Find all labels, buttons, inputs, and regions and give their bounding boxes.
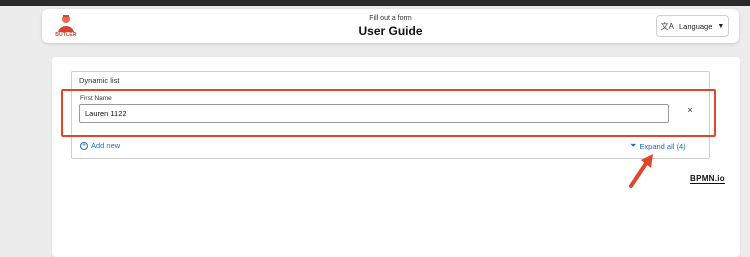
translate-icon: 文A <box>660 21 675 31</box>
chevron-down-icon: ▼ <box>717 22 725 30</box>
annotation-arrow-icon <box>629 154 653 188</box>
first-name-field[interactable] <box>79 104 669 123</box>
remove-item-button[interactable]: × <box>684 103 696 117</box>
page-title: User Guide <box>358 24 423 38</box>
app-header: BUTLER Fill out a form User Guide <box>42 9 739 43</box>
language-button[interactable]: 文A Language ▼ <box>656 15 729 37</box>
plus-circle-icon: + <box>80 141 88 150</box>
language-label: Language <box>679 21 713 31</box>
add-new-label: Add new <box>91 141 121 150</box>
dynamic-list-title: Dynamic list <box>79 76 120 85</box>
header-subtitle: Fill out a form <box>369 15 412 22</box>
browser-top-strip <box>0 0 750 6</box>
add-new-button[interactable]: + Add new <box>80 141 120 150</box>
bpmn-io-logo[interactable]: BPMN.io <box>690 174 725 184</box>
first-name-label: First Name <box>80 95 112 102</box>
